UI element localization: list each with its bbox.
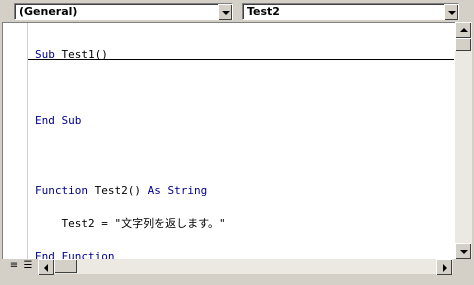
horizontal-scrollbar[interactable] bbox=[38, 259, 453, 275]
code-line: Function Test2() As String bbox=[35, 185, 226, 196]
code-line: End Sub bbox=[35, 115, 226, 126]
full-module-view-icon[interactable]: ☰ bbox=[22, 260, 34, 272]
code-text-segment: Test2 = "文字列を返します。" bbox=[35, 217, 226, 230]
keyword: Sub bbox=[35, 48, 55, 61]
procedure-combo-value: Test2 bbox=[247, 5, 280, 18]
keyword: End Sub bbox=[35, 114, 82, 127]
margin-indicator-bar[interactable] bbox=[3, 23, 28, 259]
scroll-up-arrow-icon[interactable] bbox=[455, 22, 471, 38]
code-line: Sub Test1() bbox=[35, 49, 226, 60]
procedure-combo[interactable]: Test2 bbox=[242, 3, 459, 20]
procedure-view-icon[interactable]: ≡ bbox=[8, 260, 20, 272]
chevron-down-icon[interactable] bbox=[218, 4, 232, 20]
vertical-scrollbar[interactable] bbox=[455, 22, 472, 260]
code-text[interactable]: Sub Test1() End Sub Function Test2() As … bbox=[35, 27, 226, 284]
code-line: Test2 = "文字列を返します。" bbox=[35, 217, 226, 230]
keyword: As String bbox=[147, 184, 208, 197]
scroll-down-arrow-icon[interactable] bbox=[455, 243, 471, 259]
scroll-left-arrow-icon[interactable] bbox=[38, 259, 54, 275]
code-text-segment: Test2() bbox=[87, 184, 148, 197]
horizontal-scroll-thumb[interactable] bbox=[54, 259, 77, 273]
vertical-scroll-thumb[interactable] bbox=[455, 38, 471, 51]
code-editor[interactable]: Sub Test1() End Sub Function Test2() As … bbox=[2, 22, 456, 262]
chevron-down-icon[interactable] bbox=[444, 4, 458, 20]
keyword: Function bbox=[35, 184, 88, 197]
toolbar: (General) Test2 bbox=[0, 0, 474, 22]
code-text-segment: Test1() bbox=[54, 48, 108, 61]
scroll-right-arrow-icon[interactable] bbox=[436, 259, 452, 275]
object-combo[interactable]: (General) bbox=[14, 3, 233, 20]
object-combo-value: (General) bbox=[19, 5, 78, 18]
